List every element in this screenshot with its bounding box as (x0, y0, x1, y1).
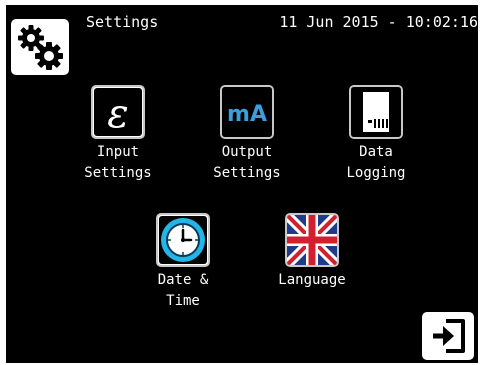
device-screen: Settings 11 Jun 2015 - 10:02:16 ε Input … (6, 5, 478, 363)
top-bar: Settings 11 Jun 2015 - 10:02:16 (6, 5, 478, 35)
sd-card-icon (349, 85, 403, 139)
data-logging-tile[interactable]: Data Logging (311, 85, 441, 184)
output-settings-tile[interactable]: mA Output Settings (182, 85, 312, 184)
settings-home-button[interactable] (11, 19, 69, 75)
union-jack-icon (285, 213, 339, 267)
date-time-tile[interactable]: Date & Time (118, 213, 248, 312)
date-time-label: Date & Time (157, 272, 209, 309)
page-title: Settings (86, 13, 159, 31)
exit-icon (433, 319, 465, 353)
data-logging-label: Data Logging (346, 144, 406, 181)
svg-text:mA: mA (227, 102, 267, 127)
input-settings-tile[interactable]: ε Input Settings (53, 85, 183, 184)
language-tile[interactable]: Language (247, 213, 377, 291)
gears-icon (18, 25, 63, 70)
input-settings-label: Input Settings (84, 144, 152, 181)
milliamp-icon: mA (220, 85, 274, 139)
epsilon-icon: ε (91, 85, 145, 139)
output-settings-label: Output Settings (213, 144, 281, 181)
exit-button[interactable] (422, 312, 474, 360)
clock-icon (156, 213, 210, 267)
language-label: Language (278, 272, 346, 288)
svg-text:ε: ε (107, 91, 128, 137)
date-time-readout: 11 Jun 2015 - 10:02:16 (279, 13, 478, 31)
